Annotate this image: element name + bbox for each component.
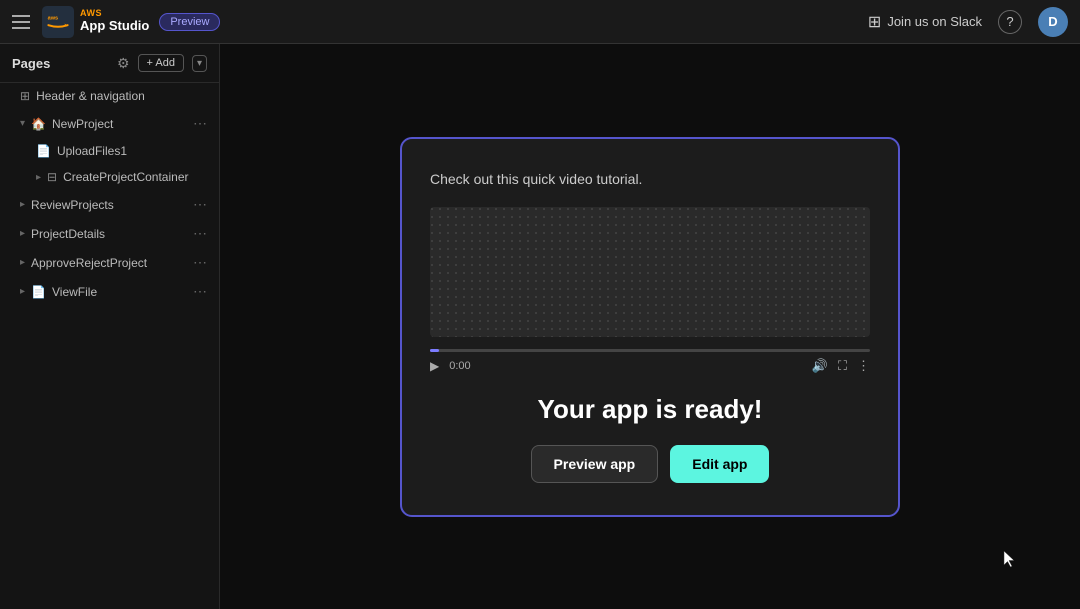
sidebar-title: Pages [12, 56, 50, 71]
video-progress-bar[interactable] [430, 349, 870, 352]
edit-app-button[interactable]: Edit app [670, 445, 769, 483]
cursor-icon [1000, 549, 1020, 569]
brand-text: AWS App Studio [80, 9, 149, 33]
slack-icon: ⊞ [868, 12, 881, 32]
more-icon[interactable]: ⋯ [193, 196, 207, 213]
main-layout: Pages ⚙ + Add ▾ ⊞ Header & navigation ▾ … [0, 44, 1080, 609]
more-icon[interactable]: ⋯ [193, 283, 207, 300]
sidebar-item-label: NewProject [52, 117, 187, 131]
sidebar-item-viewfile[interactable]: ▸ 📄 ViewFile ⋯ [0, 277, 219, 306]
help-button[interactable]: ? [998, 10, 1022, 34]
chevron-right-icon: ▸ [20, 228, 25, 239]
brand-studio-label: App Studio [80, 19, 149, 33]
sidebar-item-approvereject[interactable]: ▸ ApproveRejectProject ⋯ [0, 248, 219, 277]
chevron-right-icon: ▸ [20, 199, 25, 210]
preview-app-button[interactable]: Preview app [531, 445, 659, 483]
chevron-right-icon: ▸ [36, 172, 41, 183]
video-time: 0:00 [449, 360, 470, 372]
video-controls: ▶ 0:00 🔊 ⛶ ⋮ [430, 349, 870, 374]
content-area: Check out this quick video tutorial. [220, 44, 1080, 609]
sidebar-item-uploadfiles[interactable]: 📄 UploadFiles1 [0, 138, 219, 164]
play-button[interactable]: ▶ [430, 359, 439, 373]
video-more-icon[interactable]: ⋮ [857, 358, 870, 374]
avatar[interactable]: D [1038, 7, 1068, 37]
more-icon[interactable]: ⋯ [193, 225, 207, 242]
gear-icon[interactable]: ⚙ [117, 55, 130, 72]
sidebar-item-newproject[interactable]: ▾ 🏠 NewProject ⋯ [0, 109, 219, 138]
sidebar-item-reviewprojects[interactable]: ▸ ReviewProjects ⋯ [0, 190, 219, 219]
add-chevron-icon[interactable]: ▾ [192, 55, 207, 72]
sidebar-item-projectdetails[interactable]: ▸ ProjectDetails ⋯ [0, 219, 219, 248]
logo-area: aws AWS App Studio [42, 6, 149, 38]
sidebar-item-createproject[interactable]: ▸ ⊟ CreateProjectContainer [0, 164, 219, 190]
sidebar-item-label: UploadFiles1 [57, 144, 207, 158]
sidebar: Pages ⚙ + Add ▾ ⊞ Header & navigation ▾ … [0, 44, 220, 609]
video-progress-fill [430, 349, 439, 352]
add-page-button[interactable]: + Add [138, 54, 184, 72]
sidebar-item-label: Header & navigation [36, 89, 207, 103]
chevron-right-icon: ▸ [20, 257, 25, 268]
modal-subtitle: Check out this quick video tutorial. [430, 171, 642, 187]
modal-actions: Preview app Edit app [531, 445, 770, 483]
fullscreen-icon[interactable]: ⛶ [838, 358, 847, 374]
video-placeholder [430, 207, 870, 337]
aws-logo-icon: aws [42, 6, 74, 38]
svg-text:aws: aws [48, 15, 59, 21]
video-thumbnail-icon [430, 207, 870, 337]
file-icon: 📄 [31, 285, 46, 299]
top-navigation: aws AWS App Studio Preview ⊞ Join us on … [0, 0, 1080, 44]
nav-left: aws AWS App Studio Preview [12, 6, 220, 38]
sidebar-item-header-nav[interactable]: ⊞ Header & navigation [0, 83, 219, 109]
more-icon[interactable]: ⋯ [193, 254, 207, 271]
add-label: + Add [147, 57, 175, 69]
video-controls-bar: ▶ 0:00 🔊 ⛶ ⋮ [430, 358, 870, 374]
sidebar-header-actions: ⚙ + Add ▾ [117, 54, 207, 72]
sidebar-item-label: CreateProjectContainer [63, 170, 207, 184]
preview-badge: Preview [159, 13, 220, 31]
sidebar-item-label: ViewFile [52, 285, 187, 299]
ready-title: Your app is ready! [538, 394, 763, 425]
grid-icon: ⊞ [20, 89, 30, 103]
home-icon: 🏠 [31, 117, 46, 131]
file-icon: 📄 [36, 144, 51, 158]
sidebar-item-label: ReviewProjects [31, 198, 187, 212]
chevron-right-icon: ▸ [20, 286, 25, 297]
volume-icon[interactable]: 🔊 [812, 358, 828, 374]
sidebar-item-label: ProjectDetails [31, 227, 187, 241]
slack-label: Join us on Slack [887, 14, 982, 29]
container-icon: ⊟ [47, 170, 57, 184]
chevron-down-icon: ▾ [20, 118, 25, 129]
sidebar-header: Pages ⚙ + Add ▾ [0, 44, 219, 83]
sidebar-item-label: ApproveRejectProject [31, 256, 187, 270]
slack-link[interactable]: ⊞ Join us on Slack [868, 12, 982, 32]
nav-right: ⊞ Join us on Slack ? D [868, 7, 1068, 37]
hamburger-menu[interactable] [12, 12, 32, 32]
more-icon[interactable]: ⋯ [193, 115, 207, 132]
app-ready-modal: Check out this quick video tutorial. [400, 137, 900, 517]
